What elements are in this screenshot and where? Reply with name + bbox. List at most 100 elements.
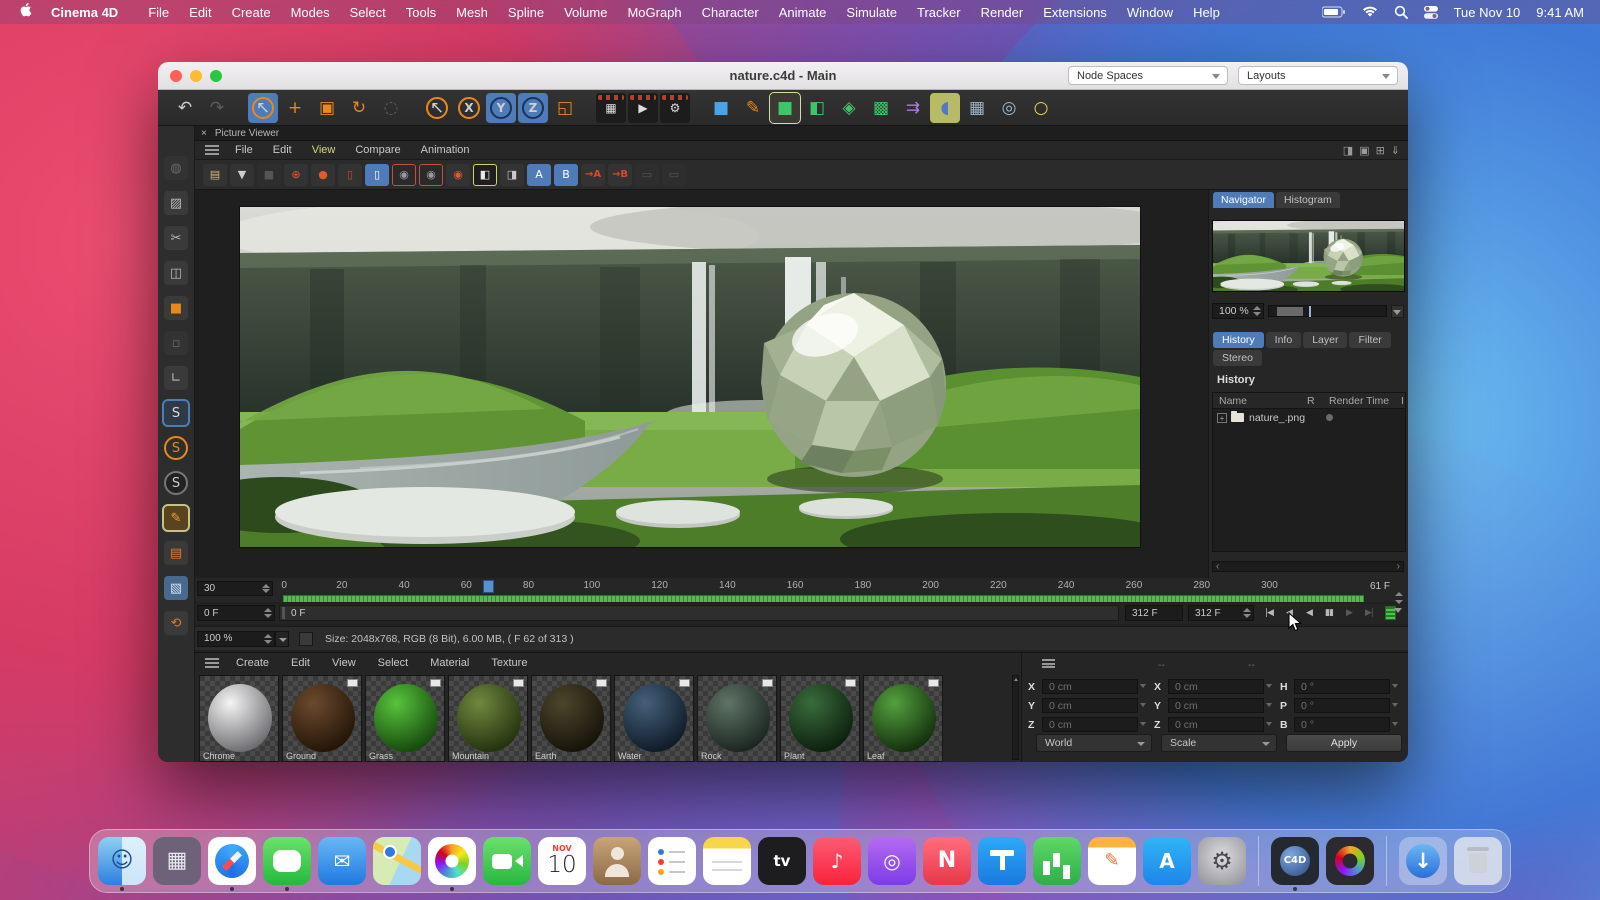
rotation-input[interactable]: 0 ° <box>1294 679 1390 694</box>
scale-input[interactable]: 0 cm <box>1168 717 1264 732</box>
column-name[interactable]: Name <box>1213 395 1301 407</box>
timeline-playhead[interactable] <box>483 580 494 593</box>
menubar-item[interactable]: Animate <box>779 5 827 20</box>
move-tool[interactable]: + <box>280 93 310 123</box>
material-sphere-preview[interactable] <box>457 684 521 752</box>
range-handle[interactable] <box>282 607 285 619</box>
material-tile[interactable]: Grass <box>365 675 445 762</box>
live-selection-tool[interactable]: ↖ <box>248 93 278 123</box>
coordinate-space-dropdown[interactable]: World <box>1036 734 1152 752</box>
navigator-thumbnail[interactable] <box>1212 220 1405 292</box>
mograph-button[interactable]: ◈ <box>834 93 864 123</box>
zoom-dropdown-button[interactable] <box>1391 305 1404 318</box>
deformers-button[interactable]: ◖ <box>930 93 960 123</box>
layouts-dropdown[interactable]: Layouts <box>1238 66 1398 85</box>
menubar-item[interactable]: Modes <box>291 5 330 20</box>
menubar-clock[interactable]: 9:41 AM <box>1536 5 1584 20</box>
menubar-item[interactable]: Window <box>1127 5 1173 20</box>
inspector-tab[interactable]: Info <box>1266 332 1302 348</box>
color-swatch-button[interactable] <box>299 632 313 646</box>
material-sphere-preview[interactable] <box>872 684 936 752</box>
filter-toggle-button[interactable]: ◧ <box>473 164 497 186</box>
current-frame-field[interactable]: 312 F <box>1188 605 1254 621</box>
material-tile[interactable]: Leaf <box>863 675 943 762</box>
hamburger-menu-icon[interactable] <box>205 658 219 668</box>
dock-icon-trash[interactable] <box>1454 837 1502 885</box>
rendered-frames-bar[interactable] <box>283 595 1364 602</box>
object-mode-tool[interactable]: ◫ <box>164 261 188 285</box>
navigator-zoom-field[interactable]: 100 % <box>1212 303 1264 319</box>
go-to-start-button[interactable]: |◀ <box>1261 608 1277 618</box>
dual-view-button[interactable]: ◉ <box>419 164 443 186</box>
material-menu-item[interactable]: Material <box>419 657 480 669</box>
material-sphere-preview[interactable] <box>706 684 770 752</box>
close-window-button[interactable] <box>170 70 182 82</box>
material-menu-item[interactable]: Create <box>225 657 280 669</box>
add-primitive-button[interactable]: ■ <box>706 93 736 123</box>
goto-a-button[interactable]: →A <box>581 164 605 186</box>
frame-row-dropdown-icon[interactable] <box>1394 608 1402 613</box>
scale-input[interactable]: 0 cm <box>1168 679 1264 694</box>
picture-viewer-tab[interactable]: × Picture Viewer <box>195 126 1408 141</box>
rotation-input[interactable]: 0 ° <box>1294 717 1390 732</box>
node-spaces-dropdown[interactable]: Node Spaces <box>1068 66 1228 85</box>
fps-field[interactable]: 30 <box>197 581 273 596</box>
range-end-field[interactable]: 312 F <box>1125 605 1183 621</box>
apple-menu-icon[interactable] <box>20 3 33 21</box>
material-sphere-preview[interactable] <box>789 684 853 752</box>
history-item-name[interactable]: nature_.png <box>1249 412 1318 424</box>
inspector-tab[interactable]: History <box>1213 332 1264 348</box>
volume-button[interactable]: ▩ <box>866 93 896 123</box>
material-tile[interactable]: Mountain <box>448 675 528 762</box>
filmstrip-a-button[interactable]: ▭ <box>635 164 659 186</box>
ab-split-button[interactable]: ◨ <box>500 164 524 186</box>
timeline-ruler[interactable]: 0204060801001201401601802002202402602803… <box>283 580 1283 594</box>
angle-snap-tool[interactable]: ∟ <box>164 366 188 390</box>
toolbar-separator[interactable] <box>234 93 246 123</box>
material-menu-item[interactable]: Edit <box>280 657 321 669</box>
material-tile[interactable]: Ground <box>282 675 362 762</box>
search-icon[interactable] <box>1394 5 1408 19</box>
navigator-tab[interactable]: Histogram <box>1276 192 1340 208</box>
disabled-mode-tool[interactable]: ▫ <box>164 331 188 355</box>
menubar-item[interactable]: Character <box>702 5 759 20</box>
menubar-item[interactable]: Edit <box>189 5 211 20</box>
dock-separator[interactable] <box>1386 836 1387 886</box>
dock-panel-icon[interactable]: ⇓ <box>1391 144 1400 157</box>
menubar-item[interactable]: Create <box>232 5 271 20</box>
column-render-time[interactable]: Render Time <box>1323 395 1395 407</box>
save-image-button[interactable]: ▼ <box>230 164 254 186</box>
menubar-date[interactable]: Tue Nov 10 <box>1454 5 1521 20</box>
cube-mode-tool[interactable]: ■ <box>164 296 188 320</box>
compare-notebook-button[interactable]: ▯ <box>365 164 389 186</box>
magnet-tool[interactable]: ▧ <box>164 576 188 600</box>
menubar-item[interactable]: Mesh <box>456 5 488 20</box>
material-menu-item[interactable]: View <box>321 657 367 669</box>
knife-tool[interactable]: ✂ <box>164 226 188 250</box>
material-scrollbar[interactable] <box>1012 675 1019 760</box>
rotation-input[interactable]: 0 ° <box>1294 698 1390 713</box>
toolbar-separator[interactable] <box>408 93 420 123</box>
scroll-left-icon[interactable]: ‹ <box>1216 561 1219 572</box>
render-settings-button[interactable]: ⚙ <box>660 93 690 123</box>
goto-b-button[interactable]: →B <box>608 164 632 186</box>
zoom-stepper[interactable] <box>1252 306 1261 316</box>
menubar-item[interactable]: Tracker <box>917 5 961 20</box>
material-sphere-preview[interactable] <box>374 684 438 752</box>
material-tile[interactable]: Water <box>614 675 694 762</box>
set-b-image-button[interactable]: B <box>554 164 578 186</box>
coordinate-system-button[interactable]: ◱ <box>550 93 580 123</box>
scale-input[interactable]: 0 cm <box>1168 698 1264 713</box>
material-tile[interactable]: Rock <box>697 675 777 762</box>
channels-view-button[interactable]: ◉ <box>446 164 470 186</box>
paint-tool[interactable]: ✎ <box>164 506 188 530</box>
menubar-item[interactable]: Spline <box>508 5 544 20</box>
history-row[interactable]: + nature_.png <box>1213 409 1405 426</box>
control-center-icon[interactable] <box>1424 6 1438 19</box>
open-image-button[interactable]: ▤ <box>203 164 227 186</box>
spline-arc-tool[interactable]: S <box>164 471 188 495</box>
column-i[interactable]: I <box>1395 395 1405 407</box>
spline-smooth-tool[interactable]: S <box>164 436 188 460</box>
scroll-right-icon[interactable]: › <box>1397 561 1400 572</box>
zoom-window-button[interactable] <box>210 70 222 82</box>
